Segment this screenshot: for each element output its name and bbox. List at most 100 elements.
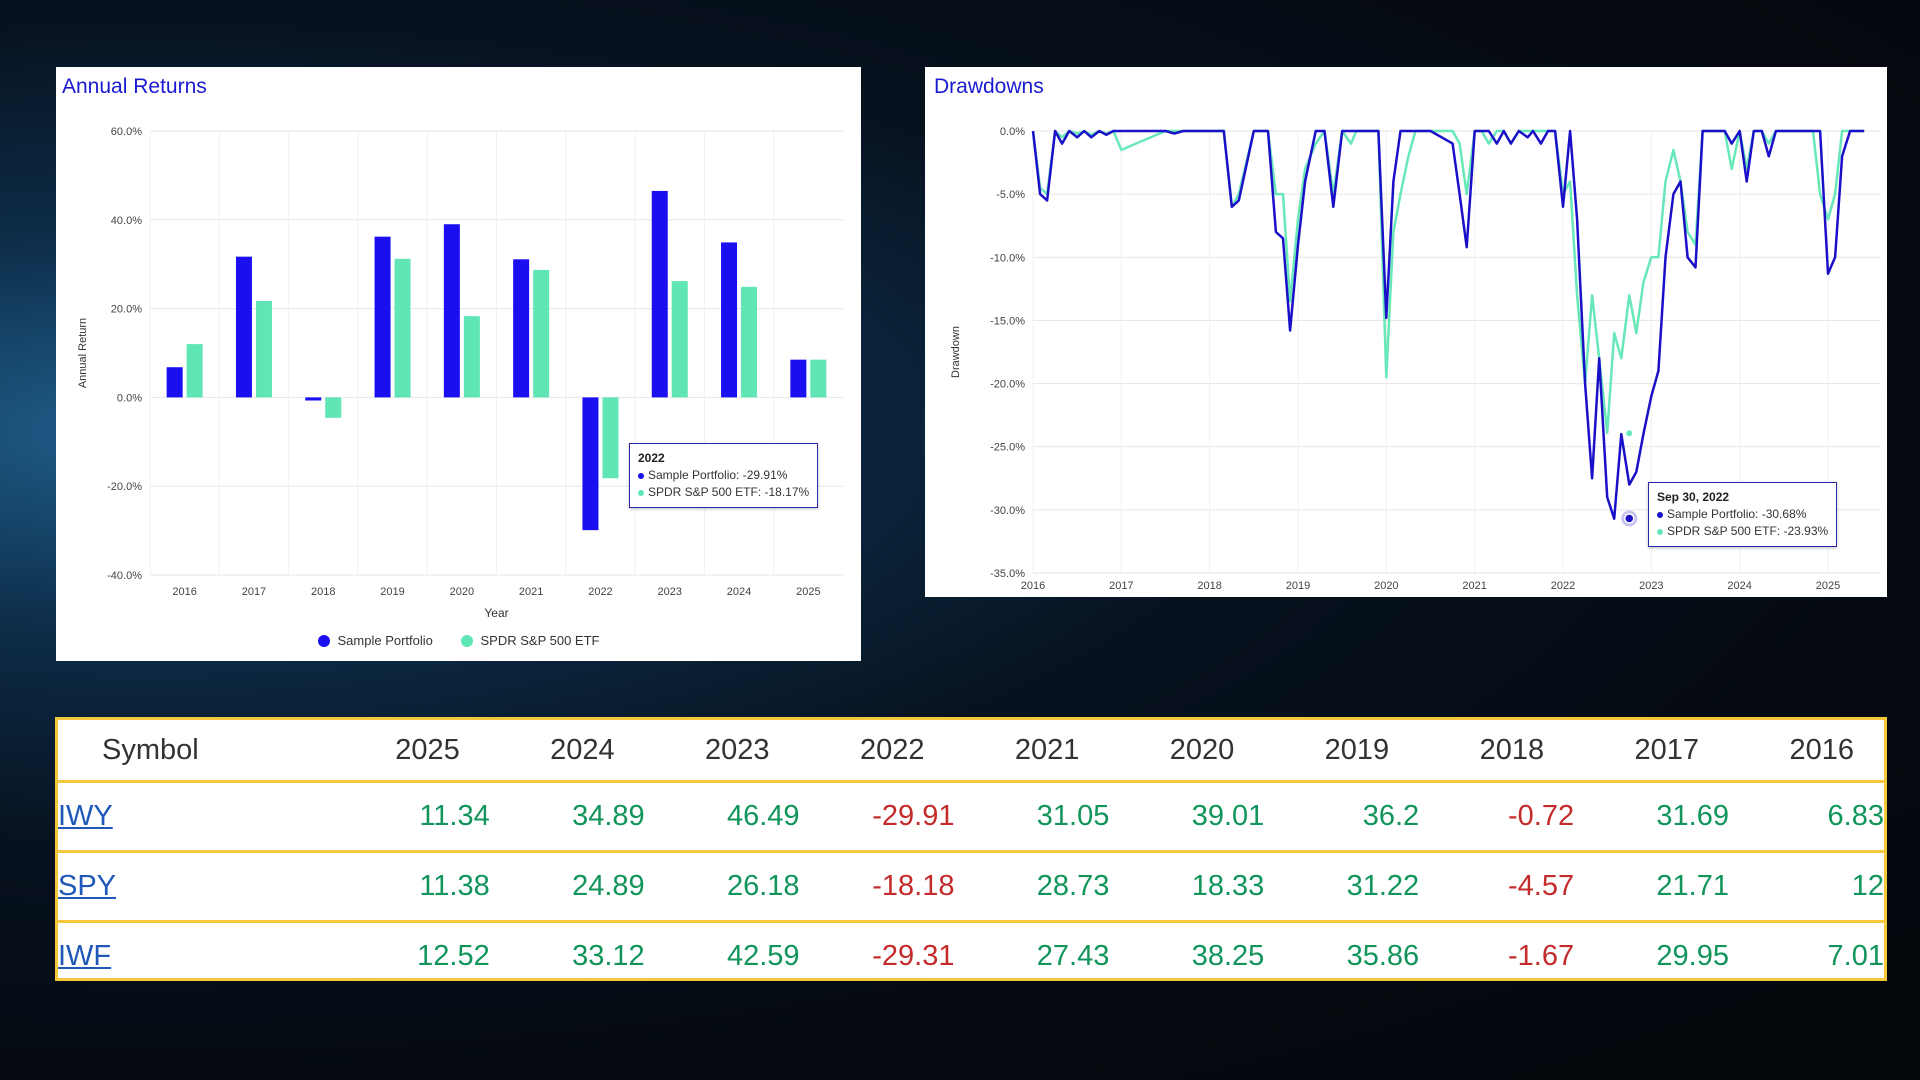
column-header-symbol: Symbol — [102, 733, 199, 766]
x-tick-label: 2024 — [727, 586, 751, 598]
column-header-year: 2024 — [550, 733, 615, 766]
bar-portfolio — [443, 224, 460, 398]
table-row: IWF 12.52 33.12 42.59 -29.31 27.43 38.25 35.86… — [58, 920, 1884, 990]
x-tick-label: 2023 — [658, 586, 682, 598]
bar-etf — [810, 359, 827, 398]
bar-etf — [325, 397, 342, 418]
bar-etf — [741, 286, 758, 398]
return-cell: -18.18 — [799, 850, 955, 922]
returns-tooltip-line2: SPDR S&P 500 ETF: -18.17% — [648, 485, 810, 499]
return-cell: 31.05 — [954, 780, 1110, 852]
y-axis-label: Drawdown — [950, 326, 962, 378]
bar-etf — [186, 344, 203, 398]
x-tick-label: 2019 — [380, 586, 404, 598]
x-tick-label: 2021 — [519, 586, 543, 598]
returns-table: Symbol 2025 2024 2023 2022 2021 2020 2019 2018 20… — [55, 717, 1887, 990]
return-cell: -4.57 — [1419, 850, 1575, 922]
return-cell: 31.69 — [1574, 780, 1729, 852]
bar-portfolio — [513, 259, 530, 398]
legend-item-etf[interactable]: SPDR S&P 500 ETF — [460, 633, 600, 648]
return-cell: -29.91 — [799, 780, 955, 852]
bar-portfolio — [790, 359, 807, 398]
symbol-cell: IWF — [58, 920, 335, 990]
x-tick-label: 2020 — [450, 586, 474, 598]
column-header-year: 2016 — [1789, 733, 1854, 766]
bar-etf — [533, 269, 550, 398]
drawdowns-tooltip-title: Sep 30, 2022 — [1657, 490, 1730, 504]
return-cell: 18.33 — [1109, 850, 1265, 922]
etf-dot-icon — [638, 489, 644, 496]
y-tick-label: -20.0% — [107, 481, 142, 493]
bar-portfolio — [582, 397, 599, 531]
symbol-link[interactable]: IWY — [58, 800, 113, 832]
x-tick-label: 2025 — [1816, 580, 1840, 592]
return-cell: 36.2 — [1264, 780, 1420, 852]
return-cell: 21.71 — [1574, 850, 1729, 922]
x-tick-label: 2020 — [1374, 580, 1398, 592]
legend-item-portfolio[interactable]: Sample Portfolio — [317, 633, 433, 648]
returns-tooltip-title: 2022 — [638, 451, 665, 465]
return-cell: -0.72 — [1419, 780, 1575, 852]
return-cell: 29.95 — [1574, 920, 1729, 990]
column-header-year: 2021 — [1014, 733, 1080, 766]
annual-returns-chart[interactable]: 60.0% 40.0% 20.0% 0.0% -20.0% -40.0% 2016 2017 2… — [56, 67, 861, 627]
return-cell: 26.18 — [644, 850, 800, 922]
hover-marker-portfolio — [1624, 513, 1635, 524]
legend-etf-dot-icon — [460, 634, 473, 647]
returns-tooltip: 2022 Sample Portfolio: -29.91% SPDR S&P … — [629, 443, 819, 508]
x-tick-label: 2018 — [1197, 580, 1221, 592]
bar-portfolio — [651, 190, 668, 398]
return-cell: 11.34 — [334, 780, 490, 852]
symbol-link[interactable]: SPY — [58, 870, 116, 902]
return-cell: 24.89 — [489, 850, 645, 922]
x-tick-label: 2016 — [1021, 580, 1045, 592]
column-header-year: 2017 — [1634, 733, 1699, 766]
table-row: SPY 11.38 24.89 26.18 -18.18 28.73 18.33 31.22… — [58, 850, 1884, 922]
bar-etf — [255, 301, 272, 398]
bar-etf — [463, 316, 480, 398]
x-tick-label: 2016 — [172, 586, 196, 598]
table-header-row: Symbol 2025 2024 2023 2022 2021 2020 2019 2018 20… — [58, 720, 1884, 782]
x-tick-label: 2023 — [1639, 580, 1663, 592]
return-cell: -1.67 — [1419, 920, 1575, 990]
y-tick-label: 20.0% — [111, 304, 142, 316]
x-tick-label: 2025 — [796, 586, 820, 598]
column-header-year: 2022 — [859, 733, 925, 766]
y-tick-label: 0.0% — [117, 392, 142, 404]
return-cell: 11.38 — [334, 850, 490, 922]
table-body: IWY 11.34 34.89 46.49 -29.91 31.05 39.01 36.2-… — [58, 780, 1884, 990]
x-tick-label: 2022 — [588, 586, 612, 598]
return-cell: 34.89 — [489, 780, 645, 852]
bar-portfolio — [721, 242, 738, 398]
return-cell: 42.59 — [644, 920, 800, 990]
legend-etf-label: SPDR S&P 500 ETF — [480, 633, 600, 648]
legend-portfolio-label: Sample Portfolio — [337, 633, 433, 648]
drawdowns-tooltip-line2: SPDR S&P 500 ETF: -23.93% — [1667, 524, 1829, 538]
return-cell: 12.52 — [334, 920, 490, 990]
bar-portfolio — [305, 397, 322, 401]
return-cell: 28.73 — [954, 850, 1110, 922]
y-tick-label: -25.0% — [990, 442, 1025, 454]
bar-etf — [671, 281, 688, 398]
legend-portfolio-dot-icon — [317, 634, 330, 647]
portfolio-dot-icon — [638, 472, 644, 479]
symbol-cell: IWY — [58, 780, 335, 852]
column-header-year: 2018 — [1479, 733, 1545, 766]
y-tick-label: -40.0% — [107, 570, 142, 582]
column-header-year: 2019 — [1324, 733, 1390, 766]
dd-etf-dot-icon — [1657, 528, 1663, 535]
return-cell: 6.83 — [1729, 780, 1884, 852]
y-tick-label: -15.0% — [990, 315, 1025, 327]
x-tick-label: 2022 — [1551, 580, 1575, 592]
bar-portfolio — [235, 256, 252, 398]
return-cell: 31.22 — [1264, 850, 1420, 922]
y-tick-label: -10.0% — [990, 252, 1025, 264]
hover-marker-etf — [1625, 429, 1634, 438]
annual-returns-panel: Annual Returns 60.0% 40.0% 20.0% 0.0% -20.0%… — [56, 67, 861, 661]
table-row: IWY 11.34 34.89 46.49 -29.91 31.05 39.01 36.2-… — [58, 780, 1884, 852]
return-cell: 27.43 — [954, 920, 1110, 990]
symbol-link[interactable]: IWF — [58, 940, 111, 972]
y-tick-label: -20.0% — [990, 379, 1025, 391]
return-cell: 38.25 — [1109, 920, 1265, 990]
drawdowns-tooltip: Sep 30, 2022 Sample Portfolio: -30.68% S… — [1648, 482, 1838, 547]
